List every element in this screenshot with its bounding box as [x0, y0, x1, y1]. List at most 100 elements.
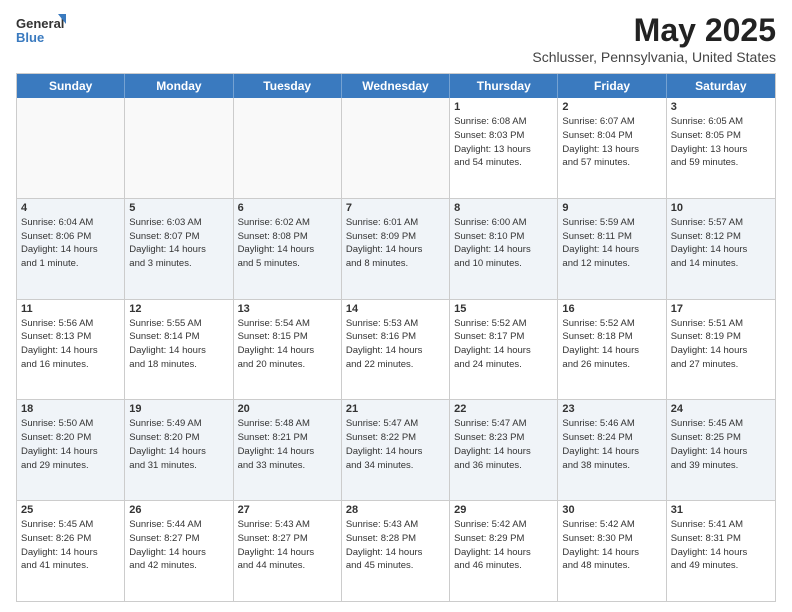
calendar-header: SundayMondayTuesdayWednesdayThursdayFrid…	[17, 74, 775, 98]
header-day-saturday: Saturday	[667, 74, 775, 98]
calendar-cell: 18 Sunrise: 5:50 AMSunset: 8:20 PMDayligh…	[17, 400, 125, 500]
day-info: Sunrise: 5:46 AMSunset: 8:24 PMDaylight:…	[562, 417, 661, 472]
day-number: 17	[671, 303, 771, 315]
calendar-cell: 24 Sunrise: 5:45 AMSunset: 8:25 PMDayligh…	[667, 400, 775, 500]
day-info: Sunrise: 5:47 AMSunset: 8:23 PMDaylight:…	[454, 417, 553, 472]
day-info: Sunrise: 5:45 AMSunset: 8:26 PMDaylight:…	[21, 518, 120, 573]
day-number: 4	[21, 202, 120, 214]
calendar-cell: 12Sunrise: 5:55 AMSunset: 8:14 PMDayligh…	[125, 300, 233, 400]
calendar-cell: 28 Sunrise: 5:43 AMSunset: 8:28 PMDayligh…	[342, 501, 450, 601]
day-info: Sunrise: 5:56 AMSunset: 8:13 PMDaylight:…	[21, 317, 120, 372]
day-number: 8	[454, 202, 553, 214]
day-info: Sunrise: 5:48 AMSunset: 8:21 PMDaylight:…	[238, 417, 337, 472]
day-number: 1	[454, 101, 553, 113]
calendar-body: 1Sunrise: 6:08 AMSunset: 8:03 PMDaylight…	[17, 98, 775, 601]
day-info: Sunrise: 6:03 AMSunset: 8:07 PMDaylight:…	[129, 216, 228, 271]
day-number: 14	[346, 303, 445, 315]
calendar-cell: 25 Sunrise: 5:45 AMSunset: 8:26 PMDayligh…	[17, 501, 125, 601]
day-number: 12	[129, 303, 228, 315]
header: General Blue May 2025 Schlusser, Pennsyl…	[16, 12, 776, 65]
day-number: 27	[238, 504, 337, 516]
day-info: Sunrise: 5:59 AMSunset: 8:11 PMDaylight:…	[562, 216, 661, 271]
day-number: 15	[454, 303, 553, 315]
calendar-cell: 7 Sunrise: 6:01 AMSunset: 8:09 PMDaylight…	[342, 199, 450, 299]
calendar-week-2: 11 Sunrise: 5:56 AMSunset: 8:13 PMDayligh…	[17, 300, 775, 401]
day-info: Sunrise: 5:52 AMSunset: 8:18 PMDaylight:…	[562, 317, 661, 372]
header-day-friday: Friday	[558, 74, 666, 98]
main-title: May 2025	[532, 12, 776, 49]
calendar-cell: 29 Sunrise: 5:42 AMSunset: 8:29 PMDayligh…	[450, 501, 558, 601]
calendar-cell: 11 Sunrise: 5:56 AMSunset: 8:13 PMDayligh…	[17, 300, 125, 400]
day-number: 29	[454, 504, 553, 516]
day-number: 13	[238, 303, 337, 315]
day-number: 9	[562, 202, 661, 214]
day-info: Sunrise: 5:43 AMSunset: 8:27 PMDaylight:…	[238, 518, 337, 573]
calendar-cell: 23 Sunrise: 5:46 AMSunset: 8:24 PMDayligh…	[558, 400, 666, 500]
day-info: Sunrise: 6:05 AMSunset: 8:05 PMDaylight:…	[671, 115, 771, 170]
day-number: 21	[346, 403, 445, 415]
day-number: 25	[21, 504, 120, 516]
calendar-cell: 10Sunrise: 5:57 AMSunset: 8:12 PMDayligh…	[667, 199, 775, 299]
calendar-cell: 21Sunrise: 5:47 AMSunset: 8:22 PMDayligh…	[342, 400, 450, 500]
header-day-monday: Monday	[125, 74, 233, 98]
page: General Blue May 2025 Schlusser, Pennsyl…	[0, 0, 792, 612]
day-number: 24	[671, 403, 771, 415]
day-info: Sunrise: 5:57 AMSunset: 8:12 PMDaylight:…	[671, 216, 771, 271]
day-number: 7	[346, 202, 445, 214]
calendar-cell	[342, 98, 450, 198]
day-info: Sunrise: 5:50 AMSunset: 8:20 PMDaylight:…	[21, 417, 120, 472]
day-number: 31	[671, 504, 771, 516]
day-number: 28	[346, 504, 445, 516]
day-info: Sunrise: 5:45 AMSunset: 8:25 PMDaylight:…	[671, 417, 771, 472]
calendar-cell	[17, 98, 125, 198]
day-info: Sunrise: 6:01 AMSunset: 8:09 PMDaylight:…	[346, 216, 445, 271]
day-number: 11	[21, 303, 120, 315]
calendar-week-3: 18 Sunrise: 5:50 AMSunset: 8:20 PMDayligh…	[17, 400, 775, 501]
calendar-cell: 5 Sunrise: 6:03 AMSunset: 8:07 PMDaylight…	[125, 199, 233, 299]
sub-title: Schlusser, Pennsylvania, United States	[532, 49, 776, 65]
calendar-cell: 6Sunrise: 6:02 AMSunset: 8:08 PMDaylight…	[234, 199, 342, 299]
calendar-week-0: 1Sunrise: 6:08 AMSunset: 8:03 PMDaylight…	[17, 98, 775, 199]
calendar-cell: 17Sunrise: 5:51 AMSunset: 8:19 PMDayligh…	[667, 300, 775, 400]
calendar-cell: 31 Sunrise: 5:41 AMSunset: 8:31 PMDayligh…	[667, 501, 775, 601]
day-info: Sunrise: 5:42 AMSunset: 8:30 PMDaylight:…	[562, 518, 661, 573]
logo-svg: General Blue	[16, 12, 66, 52]
calendar-cell: 9 Sunrise: 5:59 AMSunset: 8:11 PMDaylight…	[558, 199, 666, 299]
logo: General Blue	[16, 12, 66, 52]
header-day-wednesday: Wednesday	[342, 74, 450, 98]
title-block: May 2025 Schlusser, Pennsylvania, United…	[532, 12, 776, 65]
calendar-cell: 30 Sunrise: 5:42 AMSunset: 8:30 PMDayligh…	[558, 501, 666, 601]
day-info: Sunrise: 5:43 AMSunset: 8:28 PMDaylight:…	[346, 518, 445, 573]
day-number: 2	[562, 101, 661, 113]
day-info: Sunrise: 6:02 AMSunset: 8:08 PMDaylight:…	[238, 216, 337, 271]
day-info: Sunrise: 5:42 AMSunset: 8:29 PMDaylight:…	[454, 518, 553, 573]
calendar-cell: 22 Sunrise: 5:47 AMSunset: 8:23 PMDayligh…	[450, 400, 558, 500]
calendar-cell: 27 Sunrise: 5:43 AMSunset: 8:27 PMDayligh…	[234, 501, 342, 601]
day-number: 26	[129, 504, 228, 516]
day-number: 3	[671, 101, 771, 113]
day-number: 5	[129, 202, 228, 214]
svg-text:Blue: Blue	[16, 30, 44, 45]
calendar-cell: 20 Sunrise: 5:48 AMSunset: 8:21 PMDayligh…	[234, 400, 342, 500]
day-number: 30	[562, 504, 661, 516]
day-info: Sunrise: 6:07 AMSunset: 8:04 PMDaylight:…	[562, 115, 661, 170]
calendar-cell: 1Sunrise: 6:08 AMSunset: 8:03 PMDaylight…	[450, 98, 558, 198]
header-day-thursday: Thursday	[450, 74, 558, 98]
calendar-cell: 14Sunrise: 5:53 AMSunset: 8:16 PMDayligh…	[342, 300, 450, 400]
calendar-cell: 4Sunrise: 6:04 AMSunset: 8:06 PMDaylight…	[17, 199, 125, 299]
day-number: 16	[562, 303, 661, 315]
day-info: Sunrise: 5:44 AMSunset: 8:27 PMDaylight:…	[129, 518, 228, 573]
calendar-cell: 16 Sunrise: 5:52 AMSunset: 8:18 PMDayligh…	[558, 300, 666, 400]
day-info: Sunrise: 5:54 AMSunset: 8:15 PMDaylight:…	[238, 317, 337, 372]
day-info: Sunrise: 5:41 AMSunset: 8:31 PMDaylight:…	[671, 518, 771, 573]
day-number: 23	[562, 403, 661, 415]
day-number: 22	[454, 403, 553, 415]
calendar-cell: 8Sunrise: 6:00 AMSunset: 8:10 PMDaylight…	[450, 199, 558, 299]
calendar: SundayMondayTuesdayWednesdayThursdayFrid…	[16, 73, 776, 602]
calendar-cell: 3 Sunrise: 6:05 AMSunset: 8:05 PMDaylight…	[667, 98, 775, 198]
calendar-cell: 26 Sunrise: 5:44 AMSunset: 8:27 PMDayligh…	[125, 501, 233, 601]
calendar-cell	[125, 98, 233, 198]
day-number: 18	[21, 403, 120, 415]
day-info: Sunrise: 5:52 AMSunset: 8:17 PMDaylight:…	[454, 317, 553, 372]
day-number: 20	[238, 403, 337, 415]
